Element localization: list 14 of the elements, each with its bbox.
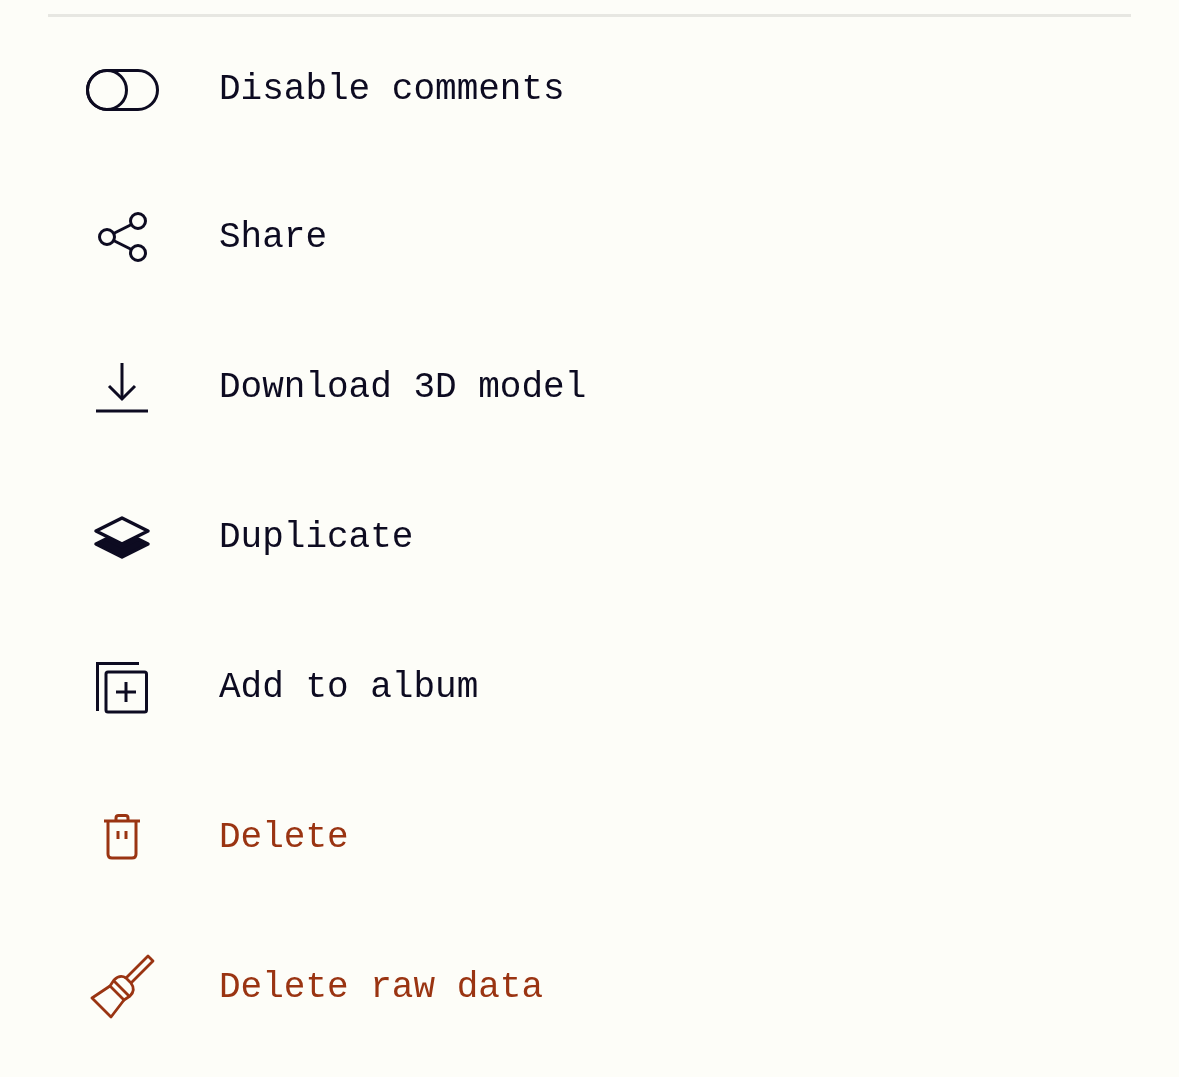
menu-item[interactable]: Download 3D model	[48, 312, 1131, 462]
trash-icon	[103, 814, 141, 860]
menu-item[interactable]: Duplicate	[48, 462, 1131, 612]
broom-icon	[89, 954, 155, 1020]
menu-item[interactable]: Delete raw data	[48, 912, 1131, 1062]
menu-item[interactable]: Disable comments	[48, 17, 1131, 162]
menu-item[interactable]: Add to album	[48, 612, 1131, 762]
share-icon	[96, 211, 148, 263]
download-icon	[96, 361, 148, 413]
menu-item[interactable]: Delete	[48, 762, 1131, 912]
layers-icon	[93, 515, 151, 559]
menu-item[interactable]: Share	[48, 162, 1131, 312]
toggle-switch[interactable]	[85, 68, 159, 111]
add-to-collection-icon	[95, 660, 149, 714]
